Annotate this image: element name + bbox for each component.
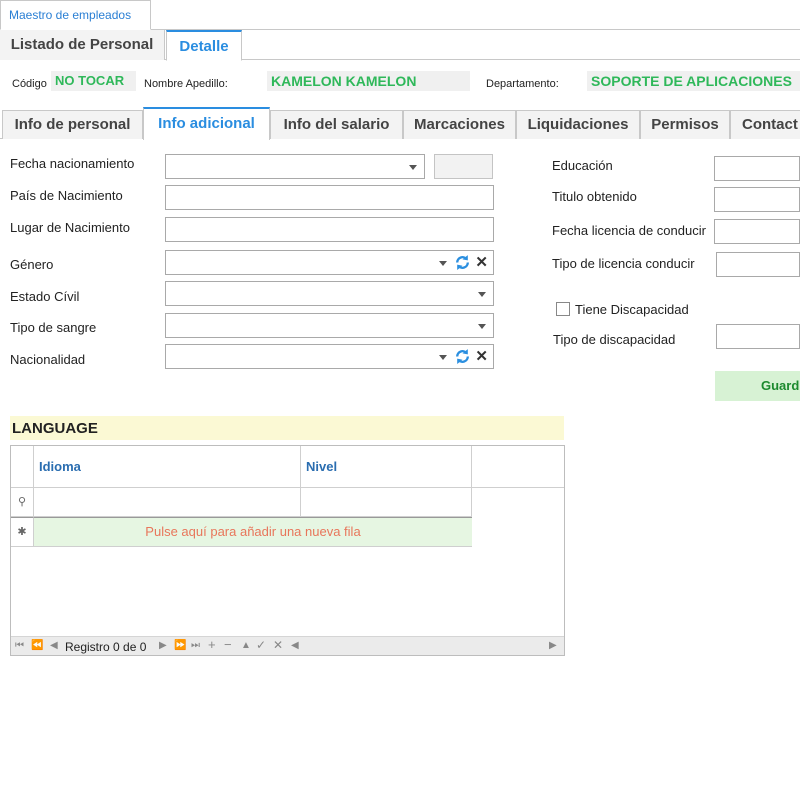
language-grid: Idioma Nivel ⚲ ✱ Pulse aquí para añadir … — [10, 445, 565, 656]
name-label: Nombre Apedillo: — [144, 78, 228, 90]
chevron-down-icon[interactable] — [478, 324, 486, 329]
prev-page-icon[interactable]: ⏪ — [31, 640, 43, 651]
disability-checkbox[interactable] — [556, 302, 570, 316]
education-label: Educación — [552, 158, 613, 173]
name-value: KAMELON KAMELON — [267, 71, 470, 91]
column-header-nivel[interactable]: Nivel — [301, 446, 472, 488]
filter-cell-nivel[interactable] — [301, 488, 472, 517]
new-row-icon: ✱ — [11, 517, 34, 547]
edit-icon[interactable]: ▲ — [241, 640, 251, 651]
column-header-idioma[interactable]: Idioma — [34, 446, 301, 488]
age-field — [434, 154, 493, 179]
tab-listado-personal[interactable]: Listado de Personal — [0, 30, 165, 60]
sub-tabbar: Info de personal Info adicional Info del… — [0, 107, 800, 140]
birth-country-label: País de Nacimiento — [10, 188, 123, 203]
civil-status-label: Estado Cívil — [10, 289, 80, 304]
tab-info-personal[interactable]: Info de personal — [2, 110, 143, 139]
column-header-empty — [472, 446, 564, 488]
scroll-right-icon[interactable]: ▶ — [549, 640, 557, 651]
code-value: NO TOCAR — [51, 71, 136, 91]
tab-contact[interactable]: Contact — [730, 110, 800, 139]
filter-row-icon: ⚲ — [11, 488, 34, 517]
department-label: Departamento: — [486, 78, 559, 90]
tab-liquidaciones[interactable]: Liquidaciones — [516, 110, 640, 139]
education-input[interactable] — [714, 156, 800, 181]
birth-place-label: Lugar de Nacimiento — [10, 220, 130, 235]
next-record-icon[interactable]: ▶ — [159, 640, 167, 651]
birth-country-input[interactable] — [165, 185, 494, 210]
refresh-icon[interactable] — [454, 254, 471, 271]
disability-checkbox-label: Tiene Discapacidad — [575, 302, 689, 317]
clear-icon[interactable]: ✕ — [475, 348, 488, 365]
nationality-label: Nacionalidad — [10, 352, 86, 367]
tab-maestro-empleados[interactable]: Maestro de empleados — [0, 0, 151, 30]
add-icon[interactable]: + — [208, 637, 216, 652]
remove-icon[interactable]: − — [224, 637, 232, 652]
blood-type-select[interactable] — [165, 313, 494, 338]
birth-place-input[interactable] — [165, 217, 494, 242]
disability-type-input[interactable] — [716, 324, 800, 349]
nationality-select[interactable]: ✕ — [165, 344, 494, 369]
tab-permisos[interactable]: Permisos — [640, 110, 730, 139]
chevron-down-icon[interactable] — [478, 292, 486, 297]
language-section-title: LANGUAGE — [10, 416, 564, 440]
department-value: SOPORTE DE APLICACIONES — [587, 71, 800, 91]
title-label: Titulo obtenido — [552, 189, 637, 204]
save-button[interactable]: Guard — [715, 371, 800, 401]
prev-record-icon[interactable]: ◀ — [50, 640, 58, 651]
grid-navigator: ⏮ ⏪ ◀ Registro 0 de 0 ▶ ⏩ ⏭ + − ▲ ✓ ✕ ◀ … — [11, 636, 564, 655]
code-label: Código — [12, 78, 47, 90]
civil-status-select[interactable] — [165, 281, 494, 306]
disability-type-label: Tipo de discapacidad — [553, 332, 676, 347]
clear-icon[interactable]: ✕ — [475, 254, 488, 271]
confirm-icon[interactable]: ✓ — [256, 638, 266, 652]
last-page-icon[interactable]: ⏭ — [191, 640, 200, 651]
tab-marcaciones[interactable]: Marcaciones — [403, 110, 516, 139]
filter-cell-idioma[interactable] — [34, 488, 301, 517]
title-input[interactable] — [714, 187, 800, 212]
record-counter: Registro 0 de 0 — [65, 640, 147, 654]
chevron-down-icon[interactable] — [439, 355, 447, 360]
tab-info-salario[interactable]: Info del salario — [270, 110, 403, 139]
license-type-label: Tipo de licencia conducir — [552, 256, 695, 271]
tab-detalle[interactable]: Detalle — [166, 30, 242, 61]
birth-date-label: Fecha nacionamiento — [10, 156, 135, 171]
tab-info-adicional[interactable]: Info adicional — [143, 107, 270, 140]
gender-label: Género — [10, 257, 54, 272]
grid-indicator-header — [11, 446, 34, 488]
birth-date-picker[interactable] — [165, 154, 425, 179]
main-tabbar: Listado de Personal Detalle — [0, 30, 800, 61]
first-page-icon[interactable]: ⏮ — [15, 640, 24, 651]
license-type-select[interactable] — [716, 252, 800, 277]
gender-select[interactable]: ✕ — [165, 250, 494, 275]
cancel-icon[interactable]: ✕ — [273, 638, 283, 652]
chevron-down-icon[interactable] — [409, 165, 417, 170]
chevron-down-icon[interactable] — [439, 261, 447, 266]
license-date-label: Fecha licencia de conducir — [552, 223, 706, 238]
license-date-input[interactable] — [714, 219, 800, 244]
add-new-row[interactable]: Pulse aquí para añadir una nueva fila — [34, 517, 472, 547]
next-page-icon[interactable]: ⏩ — [174, 640, 186, 651]
scroll-left-icon[interactable]: ◀ — [291, 640, 299, 651]
blood-type-label: Tipo de sangre — [10, 320, 97, 335]
refresh-icon[interactable] — [454, 348, 471, 365]
